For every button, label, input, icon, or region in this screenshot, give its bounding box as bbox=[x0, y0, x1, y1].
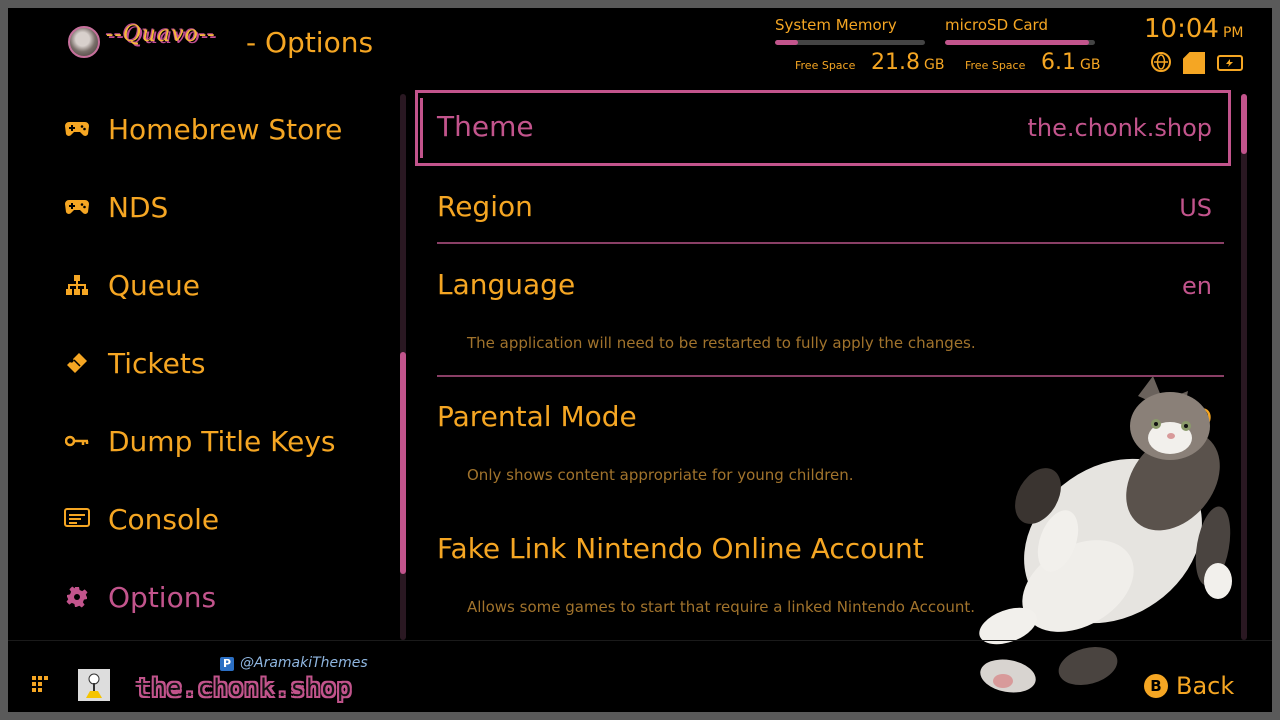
clock-ampm: PM bbox=[1222, 25, 1244, 41]
sidebar-item-queue[interactable]: Queue bbox=[64, 246, 394, 324]
sidebar-item-label: Homebrew Store bbox=[108, 112, 343, 146]
storage-bar bbox=[775, 40, 925, 45]
back-button[interactable]: B Back bbox=[1144, 672, 1234, 700]
sidebar-item-label: Dump Title Keys bbox=[108, 424, 336, 458]
divider bbox=[437, 242, 1224, 244]
sidebar-item-label: Options bbox=[108, 580, 217, 614]
storage-bar-fill bbox=[775, 40, 798, 45]
option-description: Allows some games to start that require … bbox=[467, 598, 976, 616]
storage-label: System Memory bbox=[775, 16, 897, 34]
hierarchy-icon bbox=[64, 272, 90, 298]
console-icon bbox=[64, 506, 90, 532]
b-button-icon: B bbox=[1144, 674, 1168, 698]
app-screen: --Quavo-- - Options System Memory Free S… bbox=[8, 8, 1272, 712]
option-name: Region bbox=[437, 190, 533, 223]
option-name: Parental Mode bbox=[437, 400, 637, 433]
scrollbar-thumb[interactable] bbox=[400, 352, 406, 574]
option-value: the.chonk.shop bbox=[1027, 114, 1212, 142]
back-label: Back bbox=[1176, 672, 1235, 700]
sd-card-icon bbox=[1183, 52, 1205, 74]
storage-label: microSD Card bbox=[945, 16, 1048, 34]
storage-bar bbox=[945, 40, 1095, 45]
globe-icon bbox=[1151, 52, 1171, 72]
sidebar-scrollbar[interactable] bbox=[400, 94, 406, 640]
battery-icon bbox=[1217, 55, 1243, 71]
sidebar-item-dump-title-keys[interactable]: Dump Title Keys bbox=[64, 402, 394, 480]
free-space-unit: GB bbox=[923, 57, 945, 73]
social-handle: P @AramakiThemes bbox=[220, 655, 368, 671]
option-description: The application will need to be restarte… bbox=[467, 334, 976, 352]
option-value: en bbox=[1182, 272, 1212, 300]
username: --Quavo-- bbox=[106, 22, 216, 47]
sidebar: Homebrew Store NDS Queue Tickets Dump Ti… bbox=[64, 90, 394, 636]
clock-time: 10:04 bbox=[1144, 14, 1219, 44]
user-avatar[interactable] bbox=[68, 26, 100, 58]
free-space-label: Free Space bbox=[965, 59, 1026, 72]
key-icon bbox=[64, 428, 90, 454]
theme-brand: the.chonk.shop bbox=[136, 674, 353, 702]
app-icon bbox=[78, 669, 110, 701]
sidebar-item-label: Tickets bbox=[108, 346, 206, 380]
paypal-icon: P bbox=[220, 657, 234, 671]
status-icons bbox=[1151, 52, 1243, 74]
page-title: - Options bbox=[246, 26, 374, 59]
social-handle-text: @AramakiThemes bbox=[240, 655, 368, 671]
clock: 10:04 PM bbox=[1144, 14, 1243, 44]
storage-bar-fill bbox=[945, 40, 1089, 45]
microsd-indicator: microSD Card Free Space 6.1 GB bbox=[945, 16, 1105, 75]
system-memory-indicator: System Memory Free Space 21.8 GB bbox=[775, 16, 944, 75]
grid-icon[interactable] bbox=[32, 676, 52, 696]
free-space-value: 21.8 bbox=[871, 50, 920, 75]
option-name: Language bbox=[437, 268, 576, 301]
sidebar-item-nds[interactable]: NDS bbox=[64, 168, 394, 246]
option-description: Only shows content appropriate for young… bbox=[467, 466, 854, 484]
sidebar-item-label: Console bbox=[108, 502, 220, 536]
sidebar-item-homebrew-store[interactable]: Homebrew Store bbox=[64, 90, 394, 168]
sidebar-item-console[interactable]: Console bbox=[64, 480, 394, 558]
sidebar-item-options[interactable]: Options bbox=[64, 558, 394, 636]
footer-divider bbox=[8, 640, 1272, 641]
scrollbar-thumb[interactable] bbox=[1241, 94, 1247, 154]
option-theme[interactable]: Theme the.chonk.shop bbox=[432, 88, 1224, 168]
sidebar-item-tickets[interactable]: Tickets bbox=[64, 324, 394, 402]
ticket-icon bbox=[64, 350, 90, 376]
sidebar-item-label: NDS bbox=[108, 190, 169, 224]
option-name: Theme bbox=[437, 110, 534, 143]
free-space-value: 6.1 bbox=[1041, 50, 1076, 75]
option-region[interactable]: Region US bbox=[432, 168, 1224, 246]
free-space-unit: GB bbox=[1080, 57, 1101, 73]
option-language[interactable]: Language en The application will need to… bbox=[432, 246, 1224, 374]
gear-icon bbox=[64, 584, 90, 610]
option-name: Fake Link Nintendo Online Account bbox=[437, 532, 924, 565]
option-value: US bbox=[1179, 194, 1212, 222]
sidebar-item-label: Queue bbox=[108, 268, 200, 302]
gamepad-icon bbox=[64, 194, 90, 220]
gamepad-icon bbox=[64, 116, 90, 142]
cat-theme-decoration bbox=[979, 376, 1232, 693]
free-space-label: Free Space bbox=[795, 59, 856, 72]
